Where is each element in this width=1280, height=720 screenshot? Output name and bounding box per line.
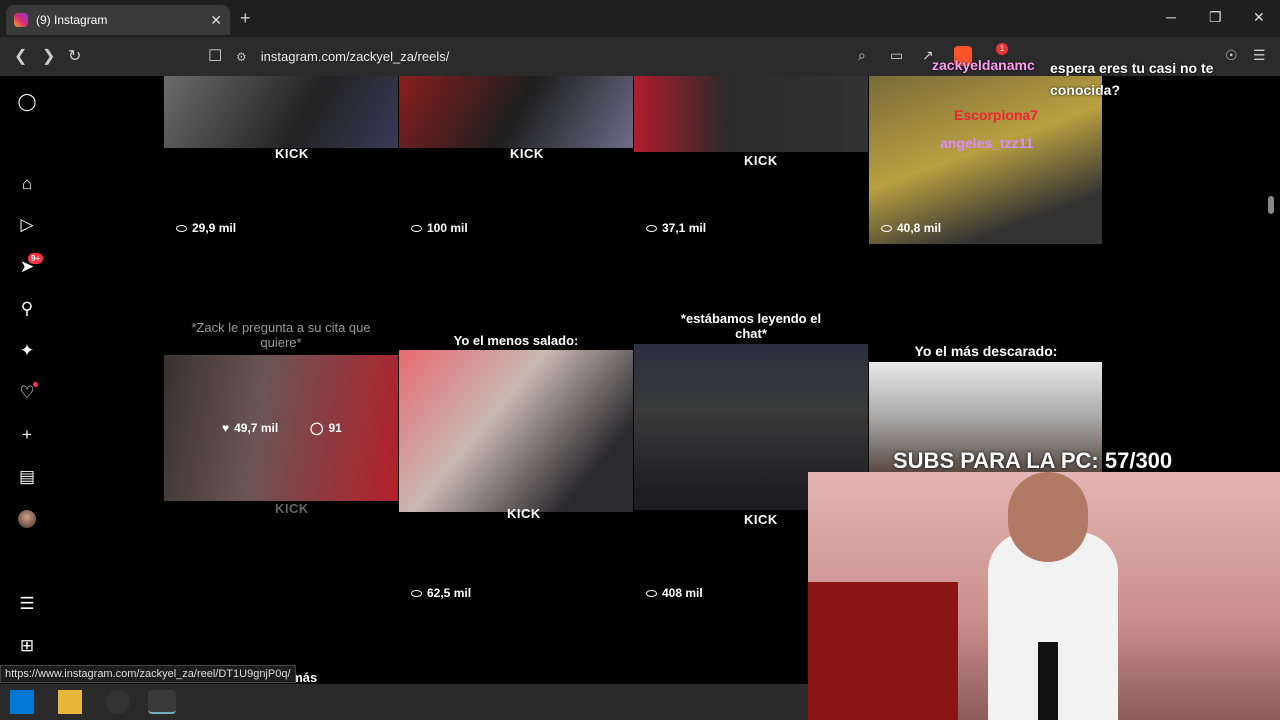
also-from-meta-icon[interactable]: ⊞ — [17, 636, 37, 656]
url-text: instagram.com/zackyel_za/reels/ — [260, 49, 450, 64]
file-explorer-icon[interactable] — [58, 690, 82, 714]
view-count: 29,9 mil — [176, 221, 236, 235]
chat-name: angeles_tzz11 — [940, 135, 1034, 151]
kick-logo: KICK — [744, 153, 778, 168]
reel-caption: Yo el menos salado: — [453, 333, 579, 348]
status-url: https://www.instagram.com/zackyel_za/ree… — [0, 665, 296, 683]
reel-caption: *estábamos leyendo el chat* — [680, 311, 822, 341]
eye-icon — [881, 224, 892, 232]
bookmark-icon[interactable]: ☐ — [208, 46, 222, 66]
tab-title: (9) Instagram — [36, 13, 108, 27]
reel-item[interactable]: KICK 37,1 mil — [634, 76, 868, 244]
reel-thumbnail — [164, 76, 398, 148]
eye-icon — [646, 589, 657, 597]
reel-item[interactable]: *Zack le pregunta a su cita que quiere* … — [164, 246, 398, 610]
chat-message: espera eres tu casi no te conocida? — [1050, 60, 1214, 98]
browser-tab-bar: (9) Instagram ✕ + ─ ❐ ✕ — [0, 0, 1280, 37]
kick-logo: KICK — [507, 506, 541, 521]
reload-icon[interactable]: ↻ — [68, 46, 81, 66]
eye-icon — [411, 224, 422, 232]
streamer-head — [1008, 472, 1088, 562]
search-icon[interactable]: ⚲ — [17, 299, 37, 319]
reel-thumbnail — [164, 355, 398, 501]
scrollbar[interactable] — [1268, 196, 1274, 214]
reel-caption-partial: l más — [284, 670, 318, 684]
eye-icon — [411, 589, 422, 597]
explore-icon[interactable]: ✦ — [17, 341, 37, 361]
stream-chat-overlay: zackyeldanamc espera eres tu casi no te … — [900, 56, 1230, 166]
eye-icon — [176, 224, 187, 232]
reels-icon[interactable]: ▷ — [17, 215, 37, 235]
reel-thumbnail — [399, 350, 633, 512]
reel-item[interactable]: KICK 29,9 mil — [164, 76, 398, 244]
eye-icon — [646, 224, 657, 232]
microphone — [1038, 642, 1058, 720]
new-tab-button[interactable]: + — [240, 8, 251, 29]
reel-item[interactable]: Yo el menos salado: KICK 62,5 mil — [399, 246, 633, 610]
browser-menu-icon[interactable]: ☰ — [1253, 47, 1266, 64]
profile-avatar[interactable] — [18, 510, 36, 528]
kick-logo: KICK — [275, 501, 309, 516]
windows-taskbar — [0, 684, 808, 720]
webcam-overlay — [808, 472, 1280, 720]
start-icon[interactable] — [10, 690, 34, 714]
view-count: 40,8 mil — [881, 221, 941, 235]
menu-icon[interactable]: ☰ — [17, 594, 37, 614]
chat-name: Escorpiona7 — [954, 107, 1039, 123]
view-count: 100 mil — [411, 221, 468, 235]
dashboard-icon[interactable]: ▤ — [17, 467, 37, 487]
chat-username: zackyeldanamc — [932, 57, 1035, 73]
comment-icon: ◯ — [310, 421, 324, 435]
obs-icon[interactable] — [106, 690, 130, 714]
notification-badge: 9+ — [28, 253, 44, 264]
heart-icon: ♥ — [222, 421, 230, 435]
create-icon[interactable]: + — [17, 425, 37, 445]
comment-count: ◯ 91 — [310, 421, 342, 435]
reel-thumbnail — [399, 76, 633, 148]
reel-item[interactable]: KICK 100 mil — [399, 76, 633, 244]
restore-button[interactable]: ❐ — [1209, 9, 1222, 26]
chair — [808, 582, 958, 720]
brave-taskbar-icon[interactable] — [148, 690, 176, 714]
minimize-button[interactable]: ─ — [1166, 9, 1176, 25]
reel-caption: *Zack le pregunta a su cita que quiere* — [191, 320, 371, 350]
instagram-sidebar: ◯ ⌂ ▷ ➤ 9+ ⚲ ✦ ♡ + ▤ ☰ ⊞ — [0, 76, 56, 684]
instagram-favicon-icon — [14, 13, 28, 27]
reel-thumbnail — [634, 76, 868, 152]
view-count: 62,5 mil — [411, 586, 471, 600]
notification-dot — [33, 382, 38, 387]
tab-close-icon[interactable]: ✕ — [210, 12, 222, 29]
instagram-icon[interactable]: ◯ — [17, 92, 37, 112]
view-count: 408 mil — [646, 586, 703, 600]
subs-goal-overlay: SUBS PARA LA PC: 57/300 — [893, 448, 1173, 473]
forward-button[interactable]: ❯ — [42, 46, 55, 66]
tab-instagram[interactable]: (9) Instagram ✕ — [6, 5, 230, 35]
site-settings-icon[interactable]: ⚙ — [236, 50, 247, 64]
close-window-button[interactable]: ✕ — [1253, 9, 1265, 26]
home-icon[interactable]: ⌂ — [17, 174, 37, 194]
zoom-icon[interactable]: ⌕ — [858, 47, 866, 64]
like-count: ♥ 49,7 mil — [222, 421, 279, 435]
reel-caption: Yo el más descarado: — [914, 343, 1058, 359]
kick-logo: KICK — [744, 512, 778, 527]
back-button[interactable]: ❮ — [14, 46, 27, 66]
kick-logo: KICK — [275, 146, 309, 161]
extension-badge: 1 — [996, 43, 1008, 55]
view-count: 37,1 mil — [646, 221, 706, 235]
kick-logo: KICK — [510, 146, 544, 161]
